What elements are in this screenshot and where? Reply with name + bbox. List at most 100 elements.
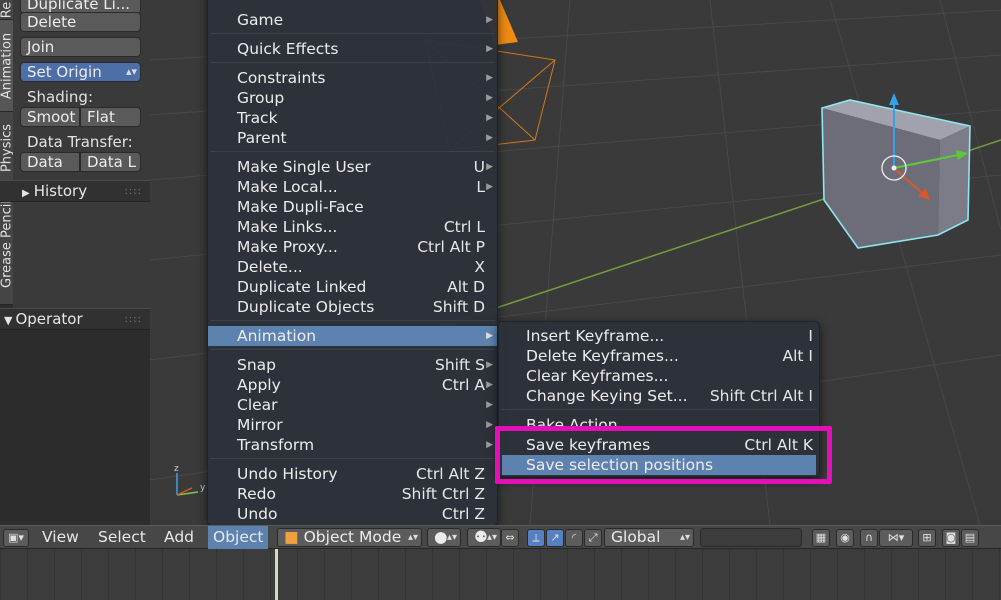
menu-item-parent[interactable]: Parent ▶ [208,128,497,148]
history-panel-header[interactable]: ▶ History :::: [0,180,150,202]
menu-separator [210,320,495,321]
submenu-arrow-icon: ▶ [486,15,493,25]
orientation-label: Global [611,528,661,546]
rotate-icon[interactable]: ◜ [565,529,583,547]
svg-text:y: y [200,483,206,493]
history-panel-label: History [33,182,88,200]
updown-arrows-icon: ▴▾ [125,65,137,78]
grip-icon: :::: [124,314,142,325]
menu-item-animation[interactable]: Animation ▶ [208,326,497,346]
current-frame-cursor[interactable] [275,549,278,600]
menu-separator [210,349,495,350]
select-menu[interactable]: Select [98,526,146,549]
scale-icon[interactable]: ⤢ [584,529,602,547]
menu-item-apply[interactable]: Apply Ctrl A ▶ [208,375,497,395]
menu-item-clear-keyframes[interactable]: Clear Keyframes... [499,366,819,386]
translate-icon[interactable]: ↗ [546,529,564,547]
mode-dropdown[interactable]: ■ Object Mode ▴▾ [277,528,422,547]
menu-item-transform[interactable]: Transform ▶ [208,435,497,455]
updown-arrows-icon: ▴▾ [679,532,690,543]
view-menu[interactable]: View [42,526,79,549]
shading-label: Shading: [27,88,93,106]
viewport-shading-dropdown[interactable]: ● ▴▾ [427,528,461,547]
layer-lock-icon[interactable]: ▦ [812,529,830,547]
mode-label: Object Mode [303,528,402,546]
menu-item-game[interactable]: Game ▶ [208,10,497,30]
menu-item-duplicate-linked[interactable]: Duplicate Linked Alt D [208,277,497,297]
operator-panel-header[interactable]: ▼ Operator :::: [0,308,150,330]
pivot-point-dropdown[interactable]: ⚉ ▴▾ [467,528,501,547]
join-button[interactable]: Join [20,37,141,57]
menu-item-delete[interactable]: Delete... X [208,257,497,277]
menu-item-snap[interactable]: Snap Shift S ▶ [208,355,497,375]
submenu-arrow-icon: ▶ [486,182,493,192]
submenu-arrow-icon: ▶ [486,360,493,370]
menu-item-make-dupli-face[interactable]: Make Dupli-Face [208,197,497,217]
collapsed-triangle-icon: ▶ [22,188,30,199]
tab-animation[interactable]: Animation [0,20,14,112]
menu-item-group[interactable]: Group ▶ [208,88,497,108]
cube-icon: ■ [284,528,299,546]
data-button[interactable]: Data [20,152,80,172]
pivot-icon: ⚉ [474,528,488,546]
axis-gizmo-icon: z y [174,464,206,496]
render-clapper-icon[interactable]: ▤ [961,529,979,547]
updown-arrows-icon: ▴▾ [407,532,418,543]
updown-arrows-icon: ▴▾ [486,532,497,543]
viewport-header: ▣▾ View Select Add Object ■ Object Mode … [0,525,1001,549]
menu-separator [210,62,495,63]
menu-item-make-local[interactable]: Make Local... L ▶ [208,177,497,197]
menu-item-insert-keyframe[interactable]: Insert Keyframe... I [499,326,819,346]
manipulator-toggle-icon[interactable]: ⟂ [527,529,545,547]
menu-item-undo-history[interactable]: Undo History Ctrl Alt Z [208,464,497,484]
menu-item-make-proxy[interactable]: Make Proxy... Ctrl Alt P [208,237,497,257]
menu-item-change-keying-set[interactable]: Change Keying Set... Shift Ctrl Alt I [499,386,819,406]
add-menu[interactable]: Add [164,526,194,549]
tab-grease-pencil[interactable]: Grease Pencil [0,184,14,305]
menu-item-quick-effects[interactable]: Quick Effects ▶ [208,39,497,59]
menu-item-clear[interactable]: Clear ▶ [208,395,497,415]
expanded-triangle-icon: ▼ [4,314,13,327]
submenu-arrow-icon: ▶ [486,133,493,143]
submenu-arrow-icon: ▶ [486,331,493,341]
submenu-arrow-icon: ▶ [486,113,493,123]
updown-arrows-icon: ▴▾ [446,532,457,543]
delete-button[interactable]: Delete [20,12,141,32]
timeline[interactable] [0,549,1001,600]
snap-element-dropdown[interactable]: ⋈▾ [879,529,913,547]
menu-item-track[interactable]: Track ▶ [208,108,497,128]
data-layout-button[interactable]: Data L [80,152,141,172]
menu-item-delete-keyframes[interactable]: Delete Keyframes... Alt I [499,346,819,366]
menu-item-undo[interactable]: Undo Ctrl Z [208,504,497,524]
menu-item-make-single-user[interactable]: Make Single User U ▶ [208,157,497,177]
tab-re[interactable]: Re [0,0,14,20]
smooth-button[interactable]: Smoot [20,107,80,127]
menu-item-make-links[interactable]: Make Links... Ctrl L [208,217,497,237]
svg-text:z: z [174,464,179,474]
object-menu-button[interactable]: Object [208,526,269,549]
menu-item-constraints[interactable]: Constraints ▶ [208,68,497,88]
submenu-arrow-icon: ▶ [486,420,493,430]
menu-separator [210,151,495,152]
submenu-arrow-icon: ▶ [486,440,493,450]
align-icon[interactable]: ⇔ [501,529,519,547]
snap-toggle-icon[interactable]: ∩ [860,529,878,547]
transform-orientation-dropdown[interactable]: Global ▴▾ [604,528,694,547]
menu-item-redo[interactable]: Redo Shift Ctrl Z [208,484,497,504]
snap-target-icon[interactable]: ⊞ [918,529,936,547]
render-camera-icon[interactable]: ◙ [942,529,960,547]
menu-item-duplicate-objects[interactable]: Duplicate Objects Shift D [208,297,497,317]
data-transfer-label: Data Transfer: [27,133,133,151]
proportional-edit-icon[interactable]: ◉ [836,529,854,547]
submenu-arrow-icon: ▶ [486,162,493,172]
operator-panel-body [0,330,150,522]
tab-physics[interactable]: Physics [0,112,14,184]
set-origin-dropdown[interactable]: Set Origin ▴▾ [20,62,141,82]
layers-grid[interactable] [700,528,802,547]
flat-button[interactable]: Flat [80,107,141,127]
annotation-highlight-box [495,426,832,484]
grip-icon: :::: [124,186,142,197]
menu-item-mirror[interactable]: Mirror ▶ [208,415,497,435]
cube-object[interactable] [821,99,971,249]
editor-type-icon[interactable]: ▣▾ [3,529,29,547]
